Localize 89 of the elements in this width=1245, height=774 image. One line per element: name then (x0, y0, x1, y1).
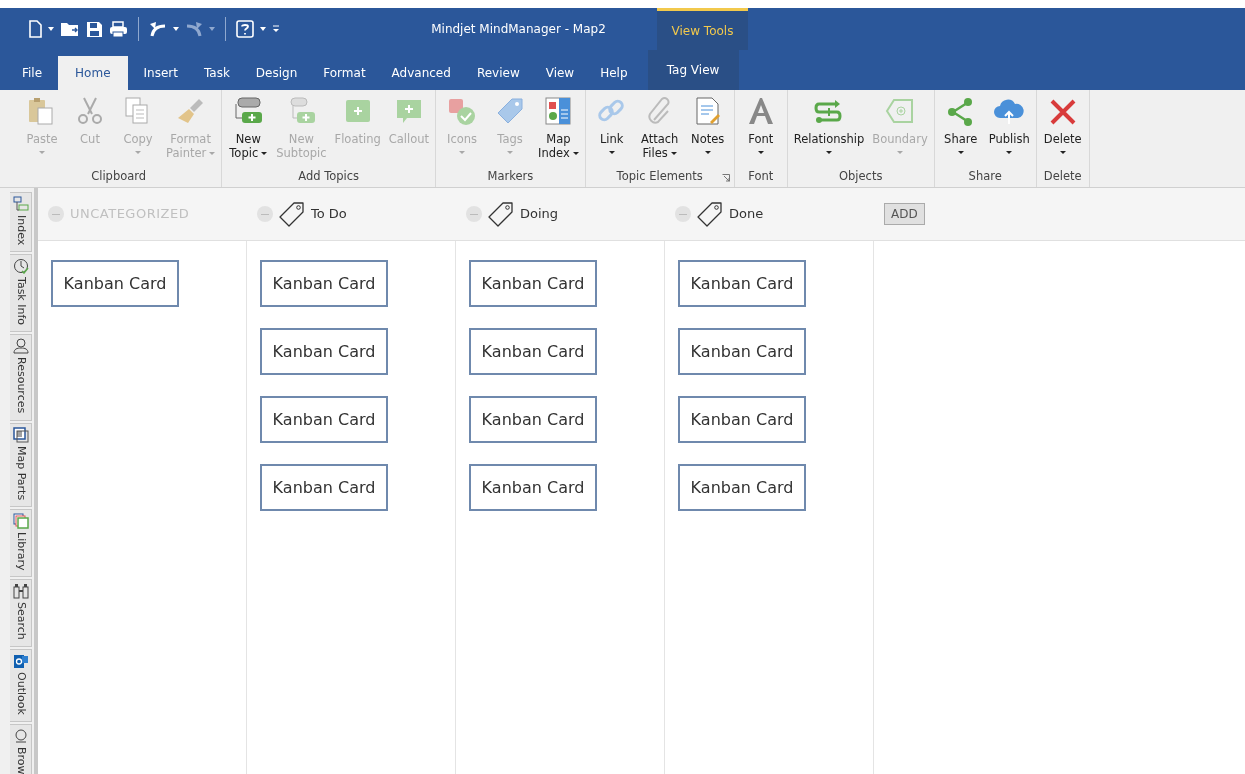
side-tab[interactable]: Library (10, 508, 32, 578)
caret-icon[interactable] (608, 151, 615, 154)
group-label: Font (748, 167, 774, 185)
index-icon (12, 196, 29, 212)
ribbon-button[interactable]: Share (936, 94, 985, 168)
caret-icon[interactable] (260, 27, 266, 31)
side-tab[interactable]: Brow (10, 723, 32, 774)
window-title: Mindjet MindManager - Map2 (430, 21, 607, 38)
caret-icon[interactable] (1059, 151, 1066, 154)
ribbon-button[interactable]: Map Index (534, 94, 583, 168)
ribbon-tab[interactable]: View (535, 56, 585, 90)
new-document-icon[interactable] (28, 20, 42, 38)
kanban-card[interactable]: Kanban Card (260, 328, 388, 375)
ribbon-tab[interactable]: Help (590, 56, 638, 90)
side-tab[interactable]: Outlook (10, 649, 32, 722)
group-label: Delete (1043, 167, 1082, 185)
kanban-card[interactable]: Kanban Card (678, 260, 806, 307)
ribbon-button[interactable]: Notes (683, 94, 732, 168)
caret-icon[interactable] (704, 151, 711, 154)
caret-icon[interactable] (826, 151, 832, 154)
group-label: Markers (487, 167, 534, 185)
ribbon-button[interactable]: Link (587, 94, 636, 168)
add-button[interactable]: ADD (884, 203, 925, 225)
dialog-launcher-icon[interactable] (721, 174, 730, 182)
ribbon-tab[interactable]: Advanced (381, 56, 461, 90)
ribbon-tab[interactable]: Format (313, 56, 376, 90)
column-title: To Do (311, 205, 347, 224)
tag-icon (488, 201, 514, 227)
tag-icon (279, 201, 305, 227)
side-tab[interactable]: Map Parts (10, 422, 32, 507)
binoculars-icon (12, 583, 29, 600)
kanban-card[interactable]: Kanban Card (469, 396, 597, 443)
topic-icon (232, 96, 265, 126)
help-icon[interactable] (236, 20, 254, 38)
kanban-card[interactable]: Kanban Card (260, 464, 388, 511)
tag-icon (697, 201, 723, 227)
ribbon-button[interactable]: Attach Files (635, 94, 684, 168)
kanban-card[interactable]: Kanban Card (678, 328, 806, 375)
kanban-card[interactable]: Kanban Card (469, 464, 597, 511)
side-tab[interactable]: Resources (10, 334, 32, 421)
ribbon-tab[interactable]: Tag View (647, 50, 739, 90)
ribbon-tab[interactable]: Insert (133, 56, 188, 90)
printer-icon[interactable] (109, 20, 128, 38)
ribbon-tab[interactable]: Task (193, 56, 240, 90)
group-label: Clipboard (91, 167, 147, 185)
side-tab[interactable]: Index (10, 192, 32, 253)
kanban-card[interactable]: Kanban Card (678, 464, 806, 511)
ribbon-button[interactable]: Relationship (789, 94, 869, 168)
undo-icon[interactable] (149, 21, 167, 37)
clock-icon (12, 258, 29, 275)
kanban-card[interactable]: Kanban Card (51, 260, 179, 307)
group-label: Share (968, 167, 1002, 185)
pages-icon (12, 512, 29, 529)
kanban-card[interactable]: Kanban Card (469, 260, 597, 307)
caret-icon[interactable] (1006, 151, 1013, 154)
kanban-card[interactable]: Kanban Card (678, 396, 806, 443)
redo-icon (185, 21, 203, 37)
folder-icon[interactable] (60, 21, 80, 37)
caret-icon (209, 27, 215, 31)
group-label: Add Topics (298, 167, 360, 185)
person-icon (12, 338, 29, 355)
caret-icon[interactable] (261, 152, 268, 155)
save-icon[interactable] (86, 20, 103, 38)
kanban-card[interactable]: Kanban Card (260, 396, 388, 443)
side-tab[interactable]: Task Info (10, 254, 32, 333)
context-group-label: View Tools (657, 8, 748, 50)
caret-icon[interactable] (173, 27, 179, 31)
group-label: Objects (838, 167, 883, 185)
ribbon-tab[interactable]: Design (245, 56, 308, 90)
caret-icon[interactable] (757, 151, 764, 154)
boundary-icon (884, 96, 916, 126)
caret-icon[interactable] (670, 152, 677, 155)
ribbon-tab[interactable]: File (12, 56, 53, 90)
group-label: Topic Elements (616, 167, 703, 185)
caret-icon[interactable] (48, 27, 54, 31)
customize-icon[interactable] (272, 25, 280, 33)
ribbon-tab[interactable]: Home (58, 56, 128, 90)
ribbon-button[interactable]: Font (736, 94, 785, 168)
ribbon-button[interactable]: Publish (984, 94, 1034, 168)
side-tab[interactable]: Search (10, 579, 32, 647)
caret-icon[interactable] (572, 152, 579, 155)
caret-icon[interactable] (957, 151, 964, 154)
ribbon-button[interactable]: Delete (1038, 94, 1087, 168)
column-title: Doing (520, 205, 559, 224)
ribbon-tab[interactable]: Review (466, 56, 530, 90)
column-title: Done (729, 205, 764, 224)
kanban-card[interactable]: Kanban Card (469, 328, 597, 375)
ribbon-button[interactable]: New Topic (224, 94, 273, 168)
kanban-card[interactable]: Kanban Card (260, 260, 388, 307)
